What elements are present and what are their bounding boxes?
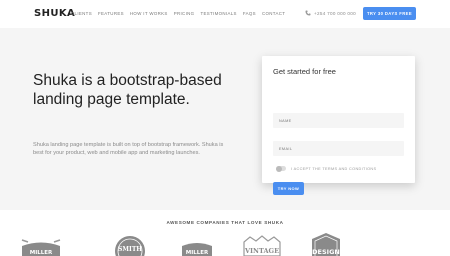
brand-logo[interactable]: SHUKA [34, 8, 75, 19]
nav-link-contact[interactable]: CONTACT [262, 11, 285, 16]
hero-title: Shuka is a bootstrap-based landing page … [33, 72, 222, 108]
nav-link-how-it-works[interactable]: HOW IT WORKS [130, 11, 168, 16]
logo-text-miller: MILLER [30, 250, 53, 256]
logo-text-vintage: VINTAGE [244, 247, 279, 255]
email-field[interactable] [273, 141, 404, 156]
logo-text-smith: SMITH [118, 246, 142, 253]
company-logo-miller: MILLER [21, 239, 61, 256]
phone-contact[interactable]: +254 700 000 000 [305, 10, 356, 16]
hero-description: Shuka landing page template is built on … [33, 142, 224, 156]
terms-toggle[interactable] [276, 165, 286, 172]
nav-link-features[interactable]: FEATURES [98, 11, 124, 16]
logo-text-design: DESIGN [312, 248, 340, 256]
terms-row: I ACCEPT THE TERMS AND CONDITIONS [276, 165, 377, 172]
company-logo-design: DESIGN [312, 233, 340, 256]
nav-link-faqs[interactable]: FAQS [243, 11, 256, 16]
phone-icon [305, 10, 311, 16]
nav-link-pricing[interactable]: PRICING [174, 11, 195, 16]
nav-links: CLIENTS FEATURES HOW IT WORKS PRICING TE… [71, 11, 285, 16]
hero-section: Shuka is a bootstrap-based landing page … [0, 28, 450, 210]
company-logo-vintage: VINTAGE [243, 235, 281, 256]
try-free-button[interactable]: TRY 30 DAYS FREE [363, 7, 416, 20]
navbar: SHUKA CLIENTS FEATURES HOW IT WORKS PRIC… [0, 0, 450, 28]
nav-link-testimonials[interactable]: TESTIMONIALS [200, 11, 236, 16]
nav-link-clients[interactable]: CLIENTS [71, 11, 92, 16]
companies-section: AWESOME COMPANIES THAT LOVE SHUKA MILLER… [0, 210, 450, 256]
signup-title: Get started for free [273, 67, 336, 76]
company-logo-smith: SMITH [115, 236, 145, 256]
companies-title: AWESOME COMPANIES THAT LOVE SHUKA [166, 220, 284, 225]
name-field[interactable] [273, 113, 404, 128]
company-logo-miller-2: MILLER [182, 243, 212, 256]
signup-card: Get started for free I ACCEPT THE TERMS … [262, 56, 415, 195]
phone-number: +254 700 000 000 [314, 10, 356, 16]
terms-label: I ACCEPT THE TERMS AND CONDITIONS [291, 166, 377, 171]
logo-text-miller-2: MILLER [186, 250, 209, 256]
try-now-button[interactable]: TRY NOW [273, 182, 304, 195]
